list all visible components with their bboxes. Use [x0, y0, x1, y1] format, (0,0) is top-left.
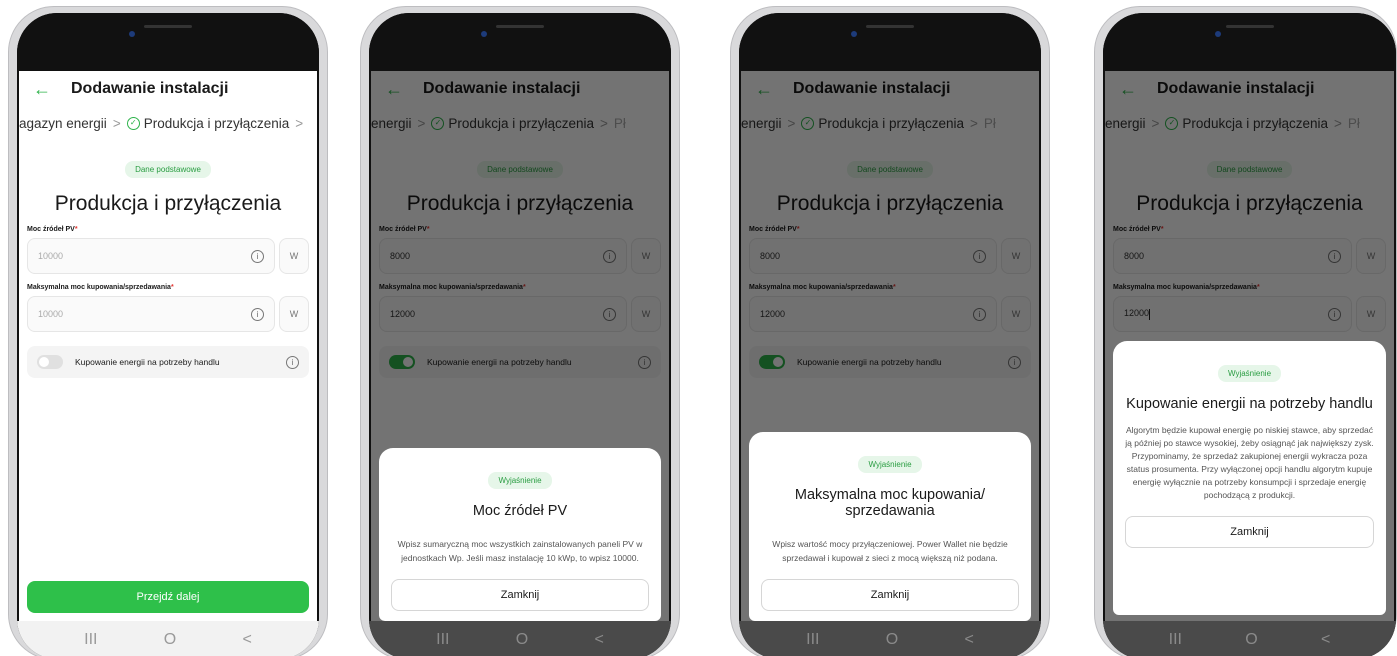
- max-label: Maksymalna moc kupowania/sprzedawania*: [27, 284, 174, 291]
- max-field: 10000 i W: [27, 296, 309, 332]
- sheet-badge: Wyjaśnienie: [1217, 365, 1282, 382]
- camera-icon: [129, 31, 135, 37]
- recent-apps-icon[interactable]: III: [806, 631, 819, 649]
- next-button[interactable]: Przejdź dalej: [27, 581, 309, 613]
- check-circle-icon: ✓: [126, 116, 140, 130]
- chevron-right-icon: >: [295, 115, 304, 131]
- explanation-sheet: Wyjaśnienie Kupowanie energii na potrzeb…: [1113, 341, 1386, 615]
- explanation-sheet: Wyjaśnienie Moc źródeł PV Wpisz sumarycz…: [379, 448, 661, 621]
- screen-2: ← Dodawanie instalacji energii > ✓ Produ…: [371, 71, 669, 621]
- breadcrumb-prev[interactable]: agazyn energii: [19, 116, 107, 131]
- back-nav-icon[interactable]: <: [1321, 631, 1330, 649]
- camera-icon: [1215, 31, 1221, 37]
- explanation-sheet: Wyjaśnienie Maksymalna moc kupowania/ sp…: [749, 432, 1031, 621]
- phone-frame-3: ← Dodawanie instalacji energii > ✓ Produ…: [730, 6, 1050, 656]
- camera-icon: [481, 31, 487, 37]
- screen-4: ← Dodawanie instalacji energii > ✓ Produ…: [1105, 71, 1394, 621]
- info-icon[interactable]: i: [251, 307, 264, 321]
- chevron-right-icon: >: [112, 115, 121, 131]
- pv-label: Moc źródeł PV*: [27, 226, 78, 233]
- sheet-body: Algorytm będzie kupował energię po niski…: [1125, 425, 1374, 500]
- pv-placeholder: 10000: [38, 251, 64, 261]
- trade-toggle-row: Kupowanie energii na potrzeby handlu i: [27, 346, 309, 378]
- back-nav-icon[interactable]: <: [243, 631, 252, 649]
- android-navbar: III O <: [369, 621, 671, 656]
- camera-icon: [851, 31, 857, 37]
- unit-label: W: [279, 238, 309, 274]
- phone-frame-4: ← Dodawanie instalacji energii > ✓ Produ…: [1094, 6, 1397, 656]
- max-placeholder: 10000: [38, 309, 64, 319]
- close-button[interactable]: Zamknij: [391, 579, 649, 611]
- sheet-badge: Wyjaśnienie: [488, 472, 552, 489]
- close-button[interactable]: Zamknij: [1125, 516, 1374, 548]
- section-badge: Dane podstawowe: [125, 161, 211, 178]
- recent-apps-icon[interactable]: III: [84, 631, 97, 649]
- info-icon[interactable]: i: [251, 249, 264, 263]
- back-nav-icon[interactable]: <: [595, 631, 604, 649]
- sheet-title: Maksymalna moc kupowania/ sprzedawania: [794, 487, 986, 519]
- android-navbar: III O <: [1103, 621, 1396, 656]
- sheet-badge: Wyjaśnienie: [858, 456, 922, 473]
- trade-toggle-label: Kupowanie energii na potrzeby handlu: [75, 357, 220, 367]
- sheet-title: Moc źródeł PV: [472, 503, 568, 519]
- pv-field: 10000 i W: [27, 238, 309, 274]
- home-icon[interactable]: O: [516, 631, 528, 649]
- form-heading: Produkcja i przyłączenia: [54, 192, 282, 215]
- home-icon[interactable]: O: [1245, 631, 1257, 649]
- screen-1: ← Dodawanie instalacji agazyn energii > …: [19, 71, 317, 621]
- info-icon[interactable]: i: [286, 355, 299, 369]
- home-icon[interactable]: O: [164, 631, 176, 649]
- sheet-body: Wpisz sumaryczną moc wszystkich zainstal…: [397, 539, 643, 563]
- back-nav-icon[interactable]: <: [965, 631, 974, 649]
- breadcrumb: agazyn energii > ✓ Produkcja i przyłącze…: [19, 107, 317, 139]
- trade-toggle[interactable]: [37, 355, 63, 369]
- close-button[interactable]: Zamknij: [761, 579, 1019, 611]
- breadcrumb-current: Produkcja i przyłączenia: [143, 115, 290, 131]
- phone-frame-1: ← Dodawanie instalacji agazyn energii > …: [8, 6, 328, 656]
- recent-apps-icon[interactable]: III: [436, 631, 449, 649]
- pv-input[interactable]: 10000 i: [27, 238, 275, 274]
- max-input[interactable]: 10000 i: [27, 296, 275, 332]
- sheet-body: Wpisz wartość mocy przyłączeniowej. Powe…: [772, 539, 1008, 563]
- back-arrow-icon[interactable]: ←: [33, 79, 51, 100]
- unit-label: W: [279, 296, 309, 332]
- home-icon[interactable]: O: [886, 631, 898, 649]
- page-title: Dodawanie instalacji: [71, 80, 229, 97]
- screen-3: ← Dodawanie instalacji energii > ✓ Produ…: [741, 71, 1039, 621]
- android-navbar: III O <: [17, 621, 319, 656]
- phone-frame-2: ← Dodawanie instalacji energii > ✓ Produ…: [360, 6, 680, 656]
- recent-apps-icon[interactable]: III: [1169, 631, 1182, 649]
- sheet-title: Kupowanie energii na potrzeby handlu: [1126, 396, 1373, 412]
- android-navbar: III O <: [739, 621, 1041, 656]
